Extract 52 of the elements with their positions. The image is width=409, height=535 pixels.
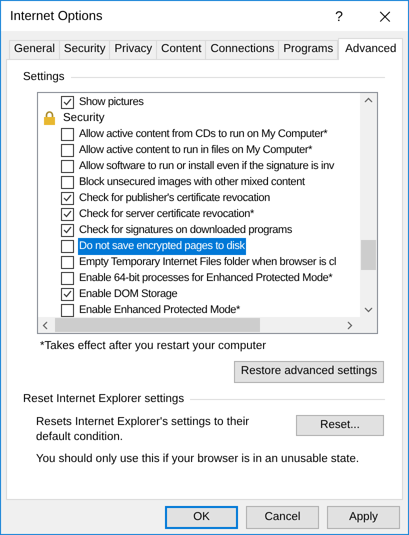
dialog-button[interactable]: OK — [165, 506, 238, 529]
option-label[interactable]: Enable DOM Storage — [78, 286, 178, 302]
option-label[interactable]: Check for server certificate revocation* — [78, 206, 255, 222]
option-label[interactable]: Allow software to run or install even if the signature is inv — [78, 158, 336, 174]
checkbox[interactable] — [61, 144, 74, 157]
reset-button[interactable]: Reset... — [296, 414, 384, 436]
warning-text: You should only use this if your browser is in an unusable state. — [36, 452, 360, 467]
option-label[interactable]: Enable Enhanced Protected Mode* — [78, 302, 241, 318]
tab[interactable]: General — [9, 40, 60, 59]
scroll-right-icon[interactable] — [347, 320, 353, 330]
option-label[interactable]: Empty Temporary Internet Files folder when browser is cl — [78, 254, 338, 270]
window-title: Internet Options — [10, 7, 102, 26]
scroll-down-icon[interactable] — [364, 307, 373, 314]
checkbox[interactable] — [61, 192, 74, 205]
checkbox[interactable] — [61, 96, 74, 109]
description-text: Resets Internet Explorer's settings to their default condition. — [36, 414, 250, 445]
option-label[interactable]: Allow active content to run in files on My Computer* — [78, 142, 314, 158]
checkbox[interactable] — [61, 304, 74, 317]
option-label[interactable]: Check for publisher's certificate revocation — [78, 190, 271, 206]
scroll-up-icon[interactable] — [364, 97, 373, 104]
footnote-text: *Takes effect after you restart your computer — [40, 339, 268, 354]
close-button[interactable]: × — [362, 1, 408, 31]
horizontal-scrollbar[interactable] — [38, 317, 377, 334]
checkbox[interactable] — [61, 128, 74, 141]
option-label[interactable]: Enable 64-bit processes for Enhanced Protected Mode* — [78, 270, 334, 286]
checkbox[interactable] — [61, 208, 74, 221]
scroll-thumb[interactable] — [361, 240, 376, 270]
lock-icon — [43, 111, 56, 126]
scroll-thumb[interactable] — [55, 318, 260, 332]
help-button[interactable]: ? — [316, 1, 362, 31]
restore-button[interactable]: Restore advanced settings — [234, 360, 384, 382]
scroll-left-icon[interactable] — [42, 320, 48, 330]
group-heading: Reset Internet Explorer settings — [23, 392, 184, 406]
option-label[interactable]: Check for signatures on downloaded programs — [78, 222, 294, 238]
dialog-button[interactable]: Cancel — [246, 506, 319, 529]
tab[interactable]: Programs — [278, 40, 338, 59]
checkbox[interactable] — [61, 160, 74, 173]
option-label[interactable]: Allow active content from CDs to run on My Computer* — [78, 126, 328, 142]
checkbox[interactable] — [61, 288, 74, 301]
vertical-scrollbar[interactable] — [360, 93, 377, 318]
option-label[interactable]: Do not save encrypted pages to disk — [78, 238, 246, 254]
checkbox[interactable] — [61, 256, 74, 269]
group-label: Security — [63, 110, 105, 126]
checkbox[interactable] — [61, 272, 74, 285]
checkbox[interactable] — [61, 224, 74, 237]
checkbox[interactable] — [61, 176, 74, 189]
option-label[interactable]: Block unsecured images with other mixed content — [78, 174, 306, 190]
group-heading: Settings — [23, 70, 65, 85]
dialog-button[interactable]: Apply — [327, 506, 400, 529]
option-label[interactable]: Show pictures — [78, 94, 145, 110]
checkbox[interactable] — [61, 240, 74, 253]
tab[interactable]: Advanced — [338, 38, 404, 60]
